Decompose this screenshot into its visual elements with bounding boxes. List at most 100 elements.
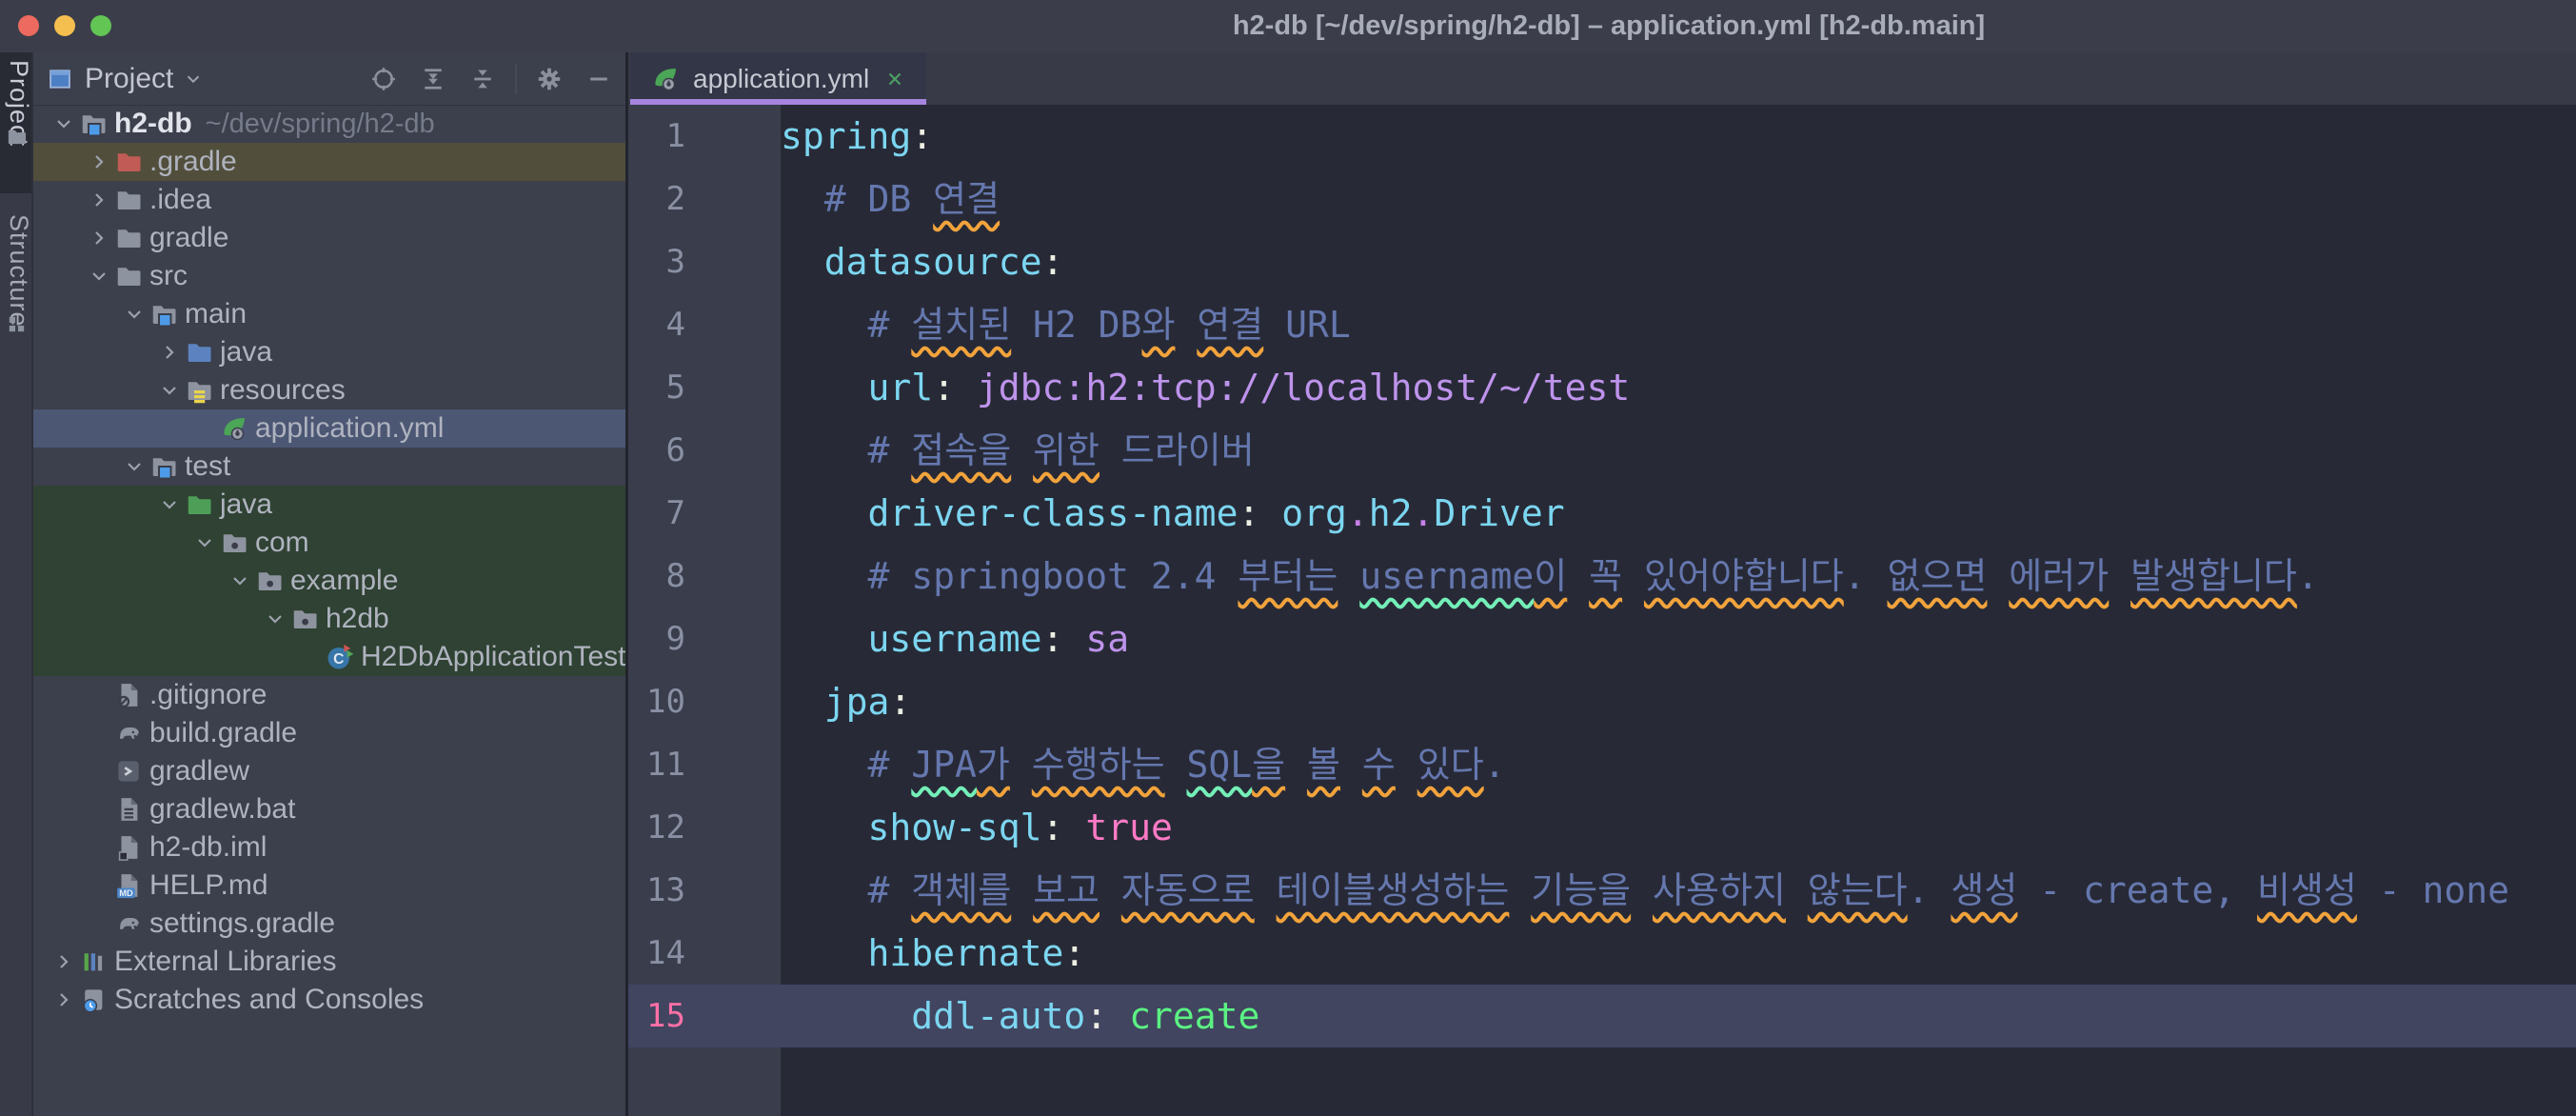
code-line-8[interactable]: # springboot 2.4 부터는 username이 꼭 있어야합니다.… <box>781 545 2576 608</box>
code-line-10[interactable]: jpa: <box>781 670 2576 733</box>
chevron-down-icon[interactable] <box>123 455 149 478</box>
code-line-6[interactable]: # 접속을 위한 드라이버 <box>781 419 2576 482</box>
chevron-down-icon[interactable] <box>193 531 220 554</box>
line-number-5[interactable]: 5 <box>628 356 685 419</box>
tree-row-example[interactable]: example <box>33 562 628 600</box>
tree-row-h2dbapplicationtests[interactable]: C H2DbApplicationTests <box>33 638 640 676</box>
tree-row-gitignore[interactable]: .gitignore <box>33 676 628 714</box>
folder-red-icon <box>114 148 149 176</box>
tree-row-main[interactable]: main <box>33 295 628 333</box>
chevron-right-icon[interactable] <box>88 150 114 173</box>
chevron-down-icon[interactable] <box>88 265 114 288</box>
chevron-right-icon[interactable] <box>158 341 185 364</box>
tab-close-icon[interactable] <box>884 69 905 90</box>
structure-icon[interactable] <box>6 313 28 335</box>
code-area[interactable]: spring: # DB 연결 datasource: # 설치된 H2 DB와… <box>781 105 2576 1047</box>
chevron-right-icon[interactable] <box>52 950 79 973</box>
code-line-5[interactable]: url: jdbc:h2:tcp://localhost/~/test <box>781 356 2576 419</box>
locate-button[interactable] <box>369 65 398 93</box>
folder-main-icon <box>149 452 184 481</box>
tab-application-yml[interactable]: application.yml <box>630 52 927 105</box>
line-numbers[interactable]: 1 2 3 4 5 6 7 8 9 10 11 12 13 14 15 <box>628 105 685 1047</box>
code-line-2[interactable]: # DB 연결 <box>781 168 2576 230</box>
close-button[interactable] <box>18 15 39 36</box>
line-number-3[interactable]: 3 <box>628 230 685 293</box>
tree-item-label: java <box>220 336 273 368</box>
chevron-down-icon[interactable] <box>183 69 204 90</box>
tree-row-settings-gradle[interactable]: settings.gradle <box>33 905 628 943</box>
line-number-6[interactable]: 6 <box>628 419 685 482</box>
code-line-7[interactable]: driver-class-name: org.h2.Driver <box>781 482 2576 545</box>
tree-item-label: H2DbApplicationTests <box>361 641 641 672</box>
zoom-button[interactable] <box>90 15 111 36</box>
panel-splitter[interactable] <box>625 52 628 1116</box>
tree-row-java[interactable]: java <box>33 486 628 524</box>
tree-row-java[interactable]: java <box>33 333 628 371</box>
project-folder-icon[interactable] <box>6 126 28 148</box>
line-number-15[interactable]: 15 <box>628 985 685 1047</box>
code-line-12[interactable]: show-sql: true <box>781 796 2576 859</box>
line-number-2[interactable]: 2 <box>628 168 685 230</box>
line-number-9[interactable]: 9 <box>628 608 685 670</box>
chevron-down-icon[interactable] <box>123 303 149 326</box>
code-line-15[interactable]: ddl-auto: create <box>781 985 2576 1047</box>
gear-button[interactable] <box>535 65 564 93</box>
chevron-down-icon[interactable] <box>264 608 290 630</box>
toolwindow-button-structure-label[interactable]: Structure <box>0 214 33 328</box>
line-number-14[interactable]: 14 <box>628 922 685 985</box>
tree-row-scratches-and-consoles[interactable]: Scratches and Consoles <box>33 981 628 1019</box>
chevron-down-icon[interactable] <box>158 493 185 516</box>
line-number-7[interactable]: 7 <box>628 482 685 545</box>
code-line-14[interactable]: hibernate: <box>781 922 2576 985</box>
tree-item-label: gradlew <box>149 755 250 787</box>
bat-file-icon <box>114 795 149 824</box>
collapse-all-button[interactable] <box>468 65 497 93</box>
tree-row-idea[interactable]: .idea <box>33 181 628 219</box>
code-line-4[interactable]: # 설치된 H2 DB와 연결 URL <box>781 293 2576 356</box>
tree-item-label: .gradle <box>149 146 237 177</box>
code-line-1[interactable]: spring: <box>781 105 2576 168</box>
chevron-right-icon[interactable] <box>88 189 114 211</box>
line-number-4[interactable]: 4 <box>628 293 685 356</box>
tree-row-gradle[interactable]: .gradle <box>33 143 628 181</box>
code-line-3[interactable]: datasource: <box>781 230 2576 293</box>
tree-row-test[interactable]: test <box>33 448 628 486</box>
tree-row-h2-db[interactable]: h2-db ~/dev/spring/h2-db <box>33 105 628 143</box>
tree-row-gradlew[interactable]: gradlew <box>33 752 628 790</box>
expand-all-button[interactable] <box>419 65 447 93</box>
chevron-right-icon[interactable] <box>52 988 79 1011</box>
project-view-icon <box>47 66 73 92</box>
window-title: h2-db [~/dev/spring/h2-db] – application… <box>1232 10 1986 41</box>
chevron-down-icon[interactable] <box>228 569 255 592</box>
tree-row-help-md[interactable]: MD HELP.md <box>33 867 628 905</box>
panel-title[interactable]: Project <box>85 63 173 95</box>
tree-row-gradle[interactable]: gradle <box>33 219 628 257</box>
tree-item-label: src <box>149 260 188 291</box>
tree-row-external-libraries[interactable]: External Libraries <box>33 943 628 981</box>
tree-row-h2db[interactable]: h2db <box>33 600 628 638</box>
tree-row-src[interactable]: src <box>33 257 628 295</box>
tree-row-com[interactable]: com <box>33 524 628 562</box>
line-number-13[interactable]: 13 <box>628 859 685 922</box>
chevron-right-icon[interactable] <box>88 227 114 249</box>
code-line-9[interactable]: username: sa <box>781 608 2576 670</box>
line-number-10[interactable]: 10 <box>628 670 685 733</box>
code-line-13[interactable]: # 객체를 보고 자동으로 테이블생성하는 기능을 사용하지 않는다. 생성 -… <box>781 859 2576 922</box>
minimize-button[interactable] <box>54 15 75 36</box>
tree-row-resources[interactable]: resources <box>33 371 628 409</box>
tree-row-build-gradle[interactable]: build.gradle <box>33 714 628 752</box>
folder-main-icon <box>149 300 184 329</box>
project-tree: h2-db ~/dev/spring/h2-db .gradle .idea gradl… <box>33 105 640 1019</box>
line-number-1[interactable]: 1 <box>628 105 685 168</box>
chevron-down-icon[interactable] <box>158 379 185 402</box>
line-number-12[interactable]: 12 <box>628 796 685 859</box>
code-line-11[interactable]: # JPA가 수행하는 SQL을 볼 수 있다. <box>781 733 2576 796</box>
tree-row-h2-db-iml[interactable]: h2-db.iml <box>33 828 628 867</box>
hide-button[interactable] <box>585 65 613 93</box>
line-number-11[interactable]: 11 <box>628 733 685 796</box>
tree-row-application-yml[interactable]: application.yml <box>33 409 628 448</box>
chevron-down-icon[interactable] <box>52 112 79 135</box>
tree-row-gradlew-bat[interactable]: gradlew.bat <box>33 790 628 828</box>
line-number-8[interactable]: 8 <box>628 545 685 608</box>
